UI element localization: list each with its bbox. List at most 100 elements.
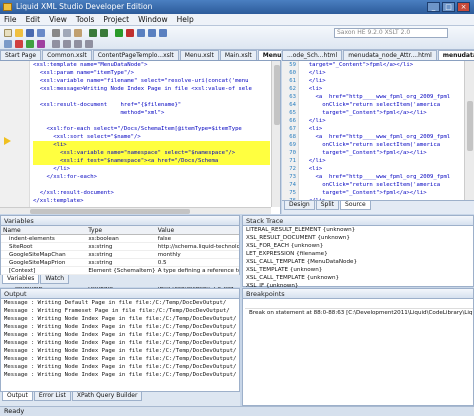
menu-file[interactable]: File — [4, 15, 17, 24]
menu-window[interactable]: Window — [138, 15, 168, 24]
line-number: 70 — [289, 150, 296, 156]
line-number: 67 — [289, 126, 296, 132]
code-line: <li> — [302, 166, 323, 172]
variables-header: Name Type Value — [1, 226, 239, 235]
table-row[interactable]: SiteRoot xs:string http://schema.liquid-te… — [1, 243, 239, 251]
minimize-button[interactable]: _ — [427, 2, 440, 12]
col-value[interactable]: Value — [156, 226, 239, 234]
html-output-editor[interactable]: 5960616263646566676869707172737475767778… — [282, 61, 474, 200]
table-row[interactable]: indent-elements xs:boolean false — [1, 235, 239, 243]
step-over-icon[interactable] — [148, 29, 156, 37]
paste-icon[interactable] — [74, 29, 82, 37]
code-line: <a href="http____www_fpml_org_2009_fpml — [302, 174, 451, 180]
undo-icon[interactable] — [89, 29, 97, 37]
run-icon[interactable] — [115, 29, 123, 37]
tab-menu-xslt[interactable]: Menu.xslt — [179, 50, 219, 60]
line-number: 60 — [289, 70, 296, 76]
table-row[interactable]: GoogleSiteMapChan xs:string monthly — [1, 251, 239, 259]
tab-xpath-query-builder[interactable]: XPath Query Builder — [71, 392, 143, 401]
xsd-icon[interactable] — [15, 40, 23, 48]
output-line: Message : Writing Node Index Page in fil… — [4, 332, 237, 338]
breakpoints-title: Breakpoints — [243, 289, 473, 299]
window-title: Liquid XML Studio Developer Edition — [16, 2, 153, 11]
cell-type: xs:boolean — [88, 236, 119, 242]
outdent-icon[interactable] — [63, 40, 71, 48]
redo-icon[interactable] — [100, 29, 108, 37]
maximize-button[interactable]: □ — [442, 2, 455, 12]
tab-error-list[interactable]: Error List — [33, 392, 71, 401]
new-file-icon[interactable] — [4, 29, 12, 37]
comment-icon[interactable] — [74, 40, 82, 48]
menu-project[interactable]: Project — [103, 15, 129, 24]
table-row[interactable]: GoogleSiteMapPrion xs:string 0.5 — [1, 259, 239, 267]
status-bar: Ready — [0, 406, 474, 416]
output-log: Message : Writing Default Page in file f… — [1, 299, 239, 379]
output-title: Output — [1, 289, 239, 299]
step-into-icon[interactable] — [137, 29, 145, 37]
col-type[interactable]: Type — [86, 226, 155, 234]
stack-frame[interactable]: LET_EXPRESSION {filename} — [243, 250, 473, 258]
line-number: 66 — [289, 118, 296, 124]
menu-edit[interactable]: Edit — [26, 15, 41, 24]
xslt-code-area[interactable]: <xsl:template name="MenuDataNode"> <xsl:… — [33, 61, 270, 207]
output-line: Message : Writing Node Index Page in fil… — [4, 340, 237, 346]
tab-menu-data-node[interactable]: MenuDataN....empl...xslt — [257, 50, 281, 60]
editor-vertical-scrollbar[interactable] — [271, 61, 280, 207]
stack-frame[interactable]: XSL_RESULT_DOCUMENT {unknown} — [243, 234, 473, 242]
code-line: <a href="http____www_fpml_org_2009_fpml — [302, 94, 451, 100]
stack-frame[interactable]: XSL_TEMPLATE {unknown} — [243, 266, 473, 274]
xslt-icon[interactable] — [37, 40, 45, 48]
tab-node-sch-html[interactable]: ...ode_Sch...html — [282, 50, 343, 60]
table-row[interactable]: [Context] Element {SchemaItem} A type defi… — [1, 267, 239, 275]
menu-tools[interactable]: Tools — [76, 15, 94, 24]
indent-icon[interactable] — [52, 40, 60, 48]
copy-icon[interactable] — [63, 29, 71, 37]
tab-node-comment-html[interactable]: menudata_node_Comme....html — [437, 50, 474, 60]
tab-content-page-template[interactable]: ContentPageTemplo...xslt — [92, 50, 179, 60]
output-tabs: Output Error List XPath Query Builder — [0, 392, 240, 406]
breakpoint-item[interactable]: Break on statement at 88:0-88:63 [C:\Dev… — [243, 309, 473, 317]
tab-design[interactable]: Design — [284, 201, 315, 210]
tab-node-attr-html[interactable]: menudata_node_Attr....html — [343, 50, 437, 60]
code-line: </xsl:for-each> — [33, 174, 97, 180]
code-line: <xsl:param name="itemType"/> — [33, 70, 135, 76]
menu-help[interactable]: Help — [177, 15, 194, 24]
open-folder-icon[interactable] — [15, 29, 23, 37]
validate-icon[interactable] — [4, 40, 12, 48]
tab-common-xslt[interactable]: Common.xslt — [42, 50, 92, 60]
tab-source[interactable]: Source — [340, 201, 371, 210]
cut-icon[interactable] — [52, 29, 60, 37]
tab-variables[interactable]: Variables — [2, 275, 40, 284]
editor-horizontal-scrollbar[interactable] — [0, 207, 271, 214]
tab-output[interactable]: Output — [2, 392, 33, 401]
save-all-icon[interactable] — [37, 29, 45, 37]
cell-value: monthly — [157, 252, 181, 258]
stack-frame[interactable]: XSL_CALL_TEMPLATE {unknown} — [243, 274, 473, 282]
html-vertical-scrollbar[interactable] — [464, 61, 474, 200]
tab-start-page[interactable]: Start Page — [0, 50, 42, 60]
output-line: Message : Writing Node Index Page in fil… — [4, 356, 237, 362]
stop-icon[interactable] — [126, 29, 134, 37]
stack-frame[interactable]: XSL_FOR_EACH {unknown} — [243, 242, 473, 250]
xslt-engine-select[interactable]: Saxon HE 9.2.0 XSLT 2.0 — [334, 28, 448, 38]
view-mode-tabs: Design Split Source — [282, 200, 474, 214]
cell-value: A type defining a reference to a cash fl… — [157, 268, 239, 274]
code-line: target="_Content">fpml</a></li> — [302, 190, 427, 196]
stack-frame[interactable]: XSL_CALL_TEMPLATE {MenuDataNode} — [243, 258, 473, 266]
step-out-icon[interactable] — [159, 29, 167, 37]
save-icon[interactable] — [26, 29, 34, 37]
close-button[interactable]: × — [457, 2, 470, 12]
tab-split[interactable]: Split — [315, 201, 340, 210]
menu-view[interactable]: View — [49, 15, 67, 24]
html-code-area[interactable]: target="_Content">fpml</a></li> </li> </… — [302, 61, 464, 200]
code-line: <li> — [33, 141, 270, 149]
tab-main-xslt[interactable]: Main.xslt — [219, 50, 257, 60]
tab-watch[interactable]: Watch — [40, 275, 70, 284]
stack-frame[interactable]: LITERAL_RESULT_ELEMENT {unknown} — [243, 226, 473, 234]
cell-value: 0.5 — [157, 260, 167, 266]
xslt-editor[interactable]: <xsl:template name="MenuDataNode"> <xsl:… — [0, 61, 281, 214]
uncomment-icon[interactable] — [85, 40, 93, 48]
col-name[interactable]: Name — [1, 226, 86, 234]
xml-icon[interactable] — [26, 40, 34, 48]
